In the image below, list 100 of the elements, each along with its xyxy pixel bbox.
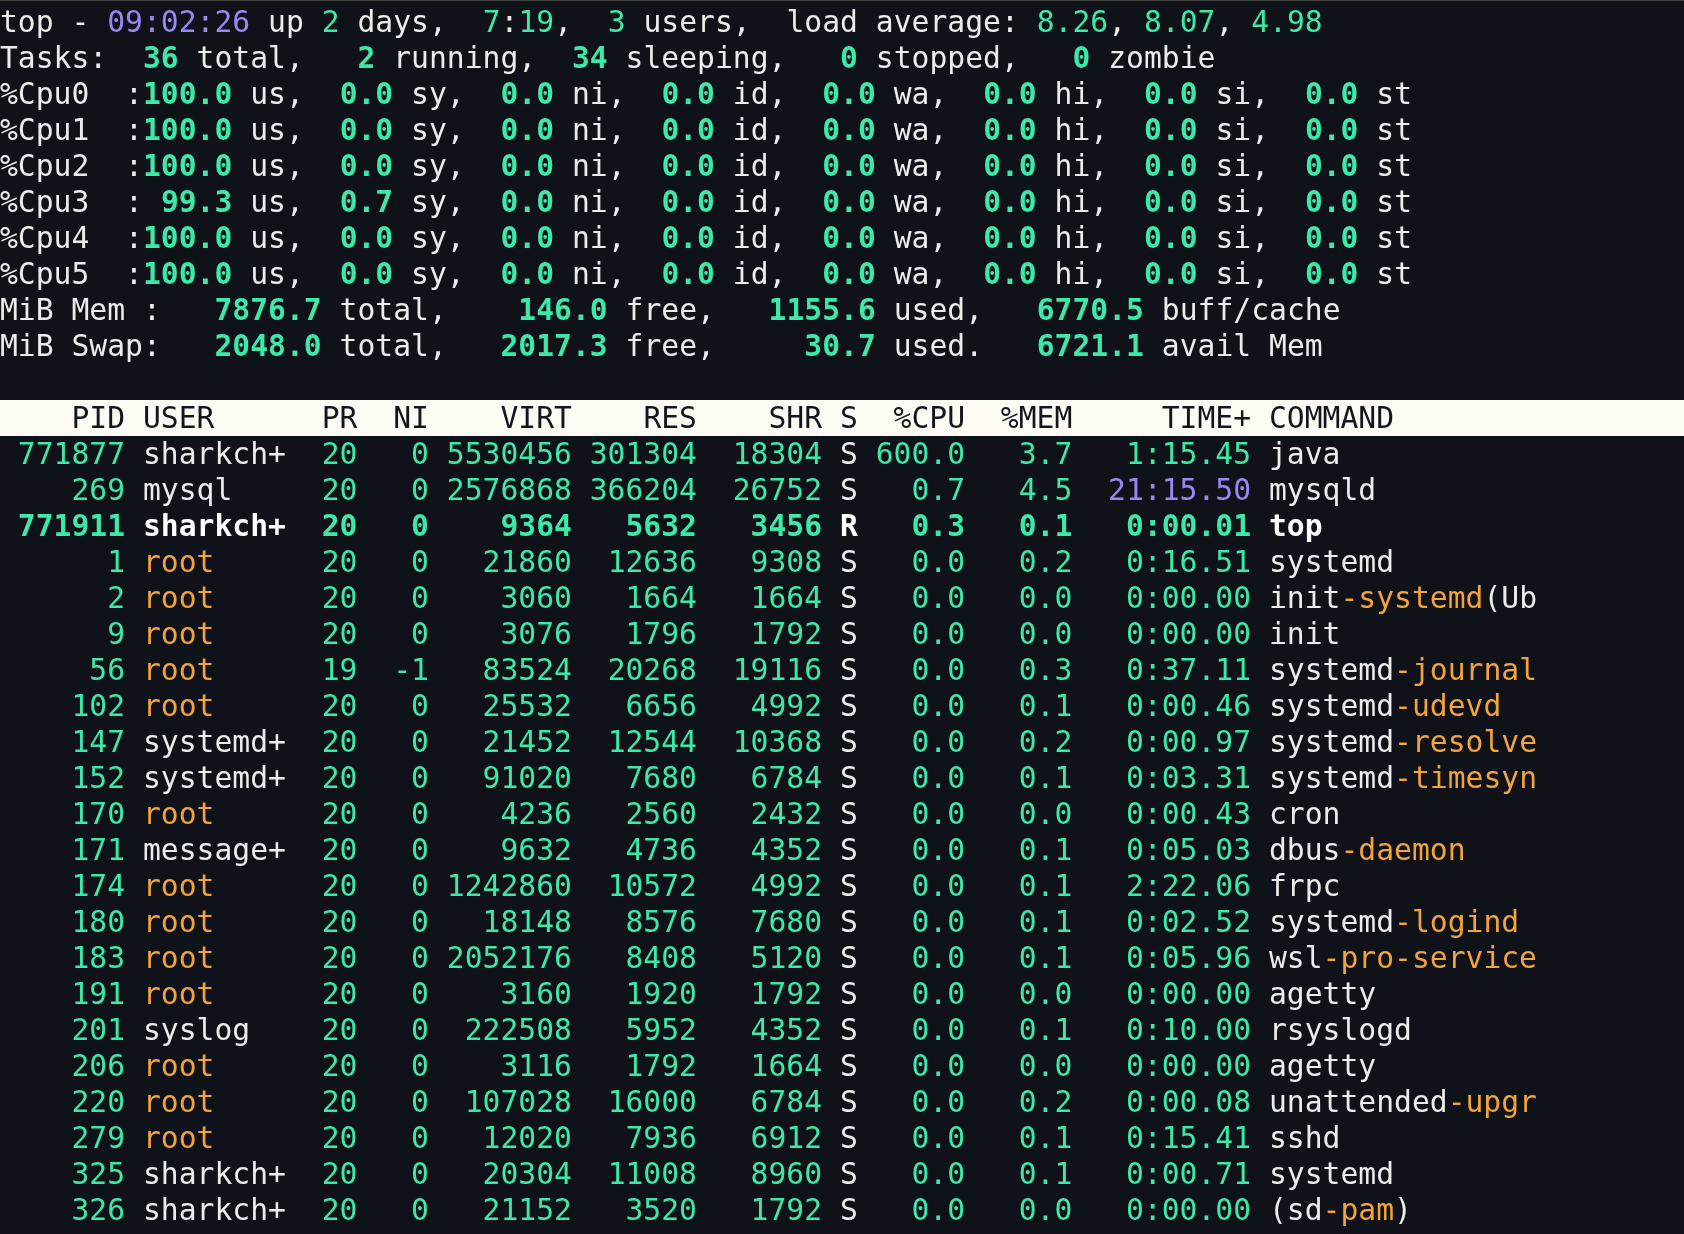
- table-cell-text: S: [838, 688, 858, 724]
- table-cell-text: 0.2: [1017, 1084, 1073, 1120]
- table-cell-text: 19116: [731, 652, 823, 688]
- table-cell-text: 0: [410, 832, 429, 868]
- table-cell-text: 0.0: [910, 580, 966, 616]
- table-cell-text: 2: [106, 580, 126, 616]
- table-cell-text: 5530456: [445, 436, 572, 472]
- table-cell-text: 201: [70, 1012, 126, 1048]
- table-cell-text: 1664: [749, 580, 823, 616]
- column-header: PR: [321, 400, 358, 436]
- table-cell-text: 91020: [481, 760, 572, 796]
- table-cell-text: 12544: [606, 724, 697, 760]
- table-cell-text: 0.0: [910, 544, 966, 580]
- table-cell-text: 1:15.45: [1124, 436, 1252, 472]
- column-header: NI: [392, 400, 429, 436]
- table-cell-text: 5632: [624, 508, 697, 544]
- table-cell: init-systemd(Ub: [1268, 580, 1537, 616]
- table-cell-text: 16000: [606, 1084, 697, 1120]
- table-cell-text: root: [142, 1084, 216, 1120]
- table-cell-text: 771911: [16, 508, 126, 544]
- table-cell-text: 3456: [749, 508, 823, 544]
- table-cell-text: 7936: [624, 1120, 697, 1156]
- table-cell-text: 9308: [749, 544, 823, 580]
- table-cell-text: 25532: [481, 688, 572, 724]
- table-cell-text: root: [142, 976, 216, 1012]
- table-cell-text: 1792: [749, 616, 823, 652]
- table-cell-text: S: [838, 868, 858, 904]
- table-cell-text: 3520: [624, 1192, 697, 1228]
- table-cell-text: 8960: [749, 1156, 823, 1192]
- table-cell: systemd-udevd: [1268, 688, 1502, 724]
- column-header: %MEM: [999, 400, 1073, 436]
- table-cell-text: 10572: [606, 868, 697, 904]
- table-cell-text: 0.0: [1017, 1192, 1073, 1228]
- table-cell-text: 0: [410, 688, 429, 724]
- summary-line: MiB Swap: 2048.0 total, 2017.3 free, 30.7 used. 6721.1 avail Mem: [0, 328, 1324, 364]
- table-cell-text: S: [838, 616, 858, 652]
- table-cell-text: 3160: [499, 976, 572, 1012]
- table-cell-text: S: [838, 652, 858, 688]
- table-cell-text: 5120: [749, 940, 823, 976]
- table-cell: cron: [1268, 796, 1341, 832]
- table-cell-text: S: [838, 1084, 858, 1120]
- table-cell-text: S: [838, 904, 858, 940]
- table-cell-text: root: [142, 796, 216, 832]
- table-cell-text: 0.0: [910, 796, 966, 832]
- table-cell: 20: [321, 688, 358, 724]
- table-cell-text: S: [838, 1156, 858, 1192]
- table-cell-text: 0.0: [910, 760, 966, 796]
- table-cell-text: 1242860: [445, 868, 572, 904]
- table-cell-text: 1796: [624, 616, 697, 652]
- summary-line: MiB Mem : 7876.7 total, 146.0 free, 1155.6 used, 6770.5 buff/cache: [0, 292, 1342, 328]
- table-cell-text: 600.0: [874, 436, 966, 472]
- table-cell: systemd-resolve: [1268, 724, 1537, 760]
- table-cell-text: S: [838, 544, 858, 580]
- table-cell: 20: [321, 976, 358, 1012]
- table-cell-text: 2576868: [445, 472, 572, 508]
- table-cell-text: 4.5: [1017, 472, 1073, 508]
- table-cell-text: 183: [70, 940, 126, 976]
- table-cell-text: 0:37.11: [1124, 652, 1252, 688]
- table-cell-text: 0.1: [1017, 1012, 1073, 1048]
- table-cell: systemd: [1268, 544, 1394, 580]
- table-cell-text: 18304: [731, 436, 823, 472]
- table-cell: 20: [321, 1156, 358, 1192]
- table-cell: 20: [321, 904, 358, 940]
- table-cell: 20: [321, 580, 358, 616]
- table-cell-text: S: [838, 1012, 858, 1048]
- table-cell-text: 0:16.51: [1124, 544, 1252, 580]
- table-cell-text: 0.0: [910, 724, 966, 760]
- summary-line: %Cpu0 :100.0 us, 0.0 sy, 0.0 ni, 0.0 id, 0.0 wa, 0.0 hi, 0.0 si, 0.0 st: [0, 76, 1414, 112]
- table-cell-text: 0: [410, 904, 429, 940]
- table-cell: 20: [321, 796, 358, 832]
- table-cell: 20: [321, 544, 358, 580]
- table-cell-text: 0.0: [910, 1012, 966, 1048]
- table-cell-text: 171: [70, 832, 126, 868]
- table-cell-text: 0: [410, 616, 429, 652]
- table-cell-text: S: [838, 472, 858, 508]
- column-header: VIRT: [499, 400, 572, 436]
- table-cell-text: systemd+: [142, 724, 287, 760]
- table-cell-text: 2560: [624, 796, 697, 832]
- summary-line: %Cpu3 : 99.3 us, 0.7 sy, 0.0 ni, 0.0 id, 0.0 wa, 0.0 hi, 0.0 si, 0.0 st: [0, 184, 1414, 220]
- table-cell-text: 0.0: [910, 1048, 966, 1084]
- table-cell-text: 6784: [749, 1084, 823, 1120]
- table-cell: 20: [321, 724, 358, 760]
- table-cell-text: 0: [410, 1192, 429, 1228]
- column-header: TIME+: [1160, 400, 1252, 436]
- table-cell-text: 1792: [749, 1192, 823, 1228]
- table-cell-text: 1664: [749, 1048, 823, 1084]
- table-cell-text: 5952: [624, 1012, 697, 1048]
- table-cell-text: 147: [70, 724, 126, 760]
- table-cell: 20: [321, 832, 358, 868]
- table-cell: frpc: [1268, 868, 1341, 904]
- table-cell: systemd-logind: [1268, 904, 1520, 940]
- table-cell-text: 0.1: [1017, 832, 1073, 868]
- table-cell-text: 9364: [499, 508, 572, 544]
- column-header: RES: [642, 400, 697, 436]
- table-cell-text: 301304: [588, 436, 697, 472]
- table-cell-text: 0.0: [910, 832, 966, 868]
- table-cell-text: mysql: [142, 472, 234, 508]
- table-cell-text: 0: [410, 544, 429, 580]
- table-cell-text: root: [142, 1120, 216, 1156]
- table-cell-text: 56: [88, 652, 126, 688]
